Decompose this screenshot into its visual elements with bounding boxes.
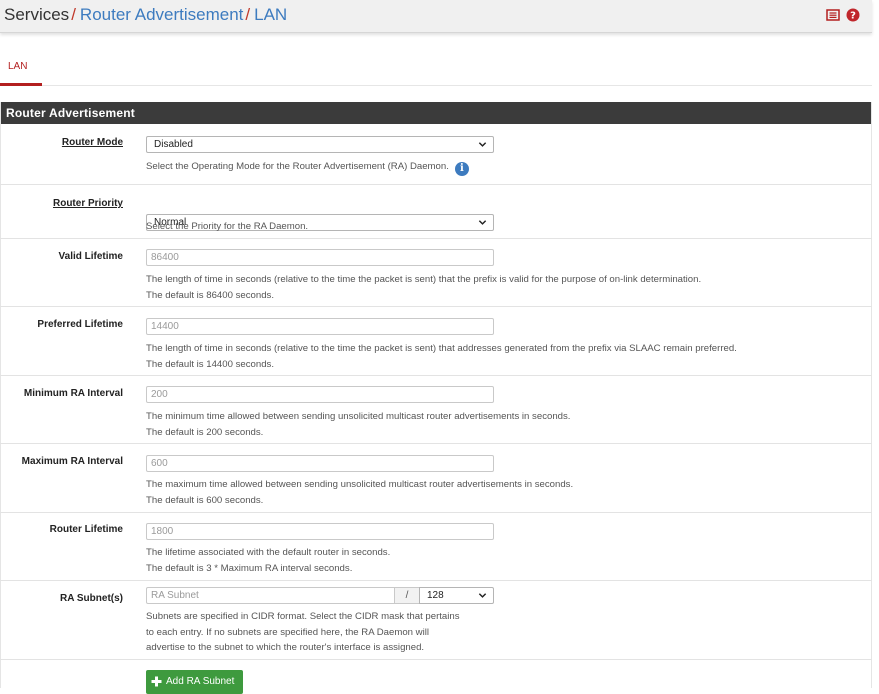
breadcrumb-separator: / [71, 5, 76, 24]
ra-subnet-input[interactable]: RA Subnet [146, 587, 395, 604]
router-lifetime-help-line2: The default is 3 * Maximum RA interval s… [146, 562, 353, 574]
ra-subnets-help: Subnets are specified in CIDR format. Se… [146, 609, 460, 656]
min-ra-interval-input[interactable]: 200 [146, 386, 494, 403]
help-icon[interactable]: ? [846, 8, 860, 22]
min-ra-interval-help-line1: The minimum time allowed between sending… [146, 411, 571, 422]
max-ra-interval-label: Maximum RA Interval [21, 456, 123, 467]
divider [0, 659, 872, 660]
active-tab-indicator [0, 83, 42, 86]
router-mode-select[interactable]: Disabled [146, 136, 494, 153]
chevron-down-icon [478, 142, 487, 147]
router-mode-help-text: Select the Operating Mode for the Router… [146, 161, 449, 172]
valid-lifetime-help-line2: The default is 86400 seconds. [146, 289, 275, 301]
divider [0, 512, 872, 513]
min-ra-interval-help-line2: The default is 200 seconds. [146, 426, 264, 438]
panel-title: Router Advertisement [1, 102, 871, 124]
divider [0, 306, 872, 307]
add-ra-subnet-label: Add RA Subnet [166, 676, 235, 687]
preferred-lifetime-input[interactable]: 14400 [146, 318, 494, 335]
router-mode-label: Router Mode [61, 137, 123, 148]
divider [0, 184, 872, 185]
ra-subnets-help-line1: Subnets are specified in CIDR format. Se… [146, 611, 460, 622]
tab-lan[interactable]: LAN [0, 40, 42, 86]
breadcrumb: Services / Router Advertisement / LAN [4, 5, 287, 25]
router-priority-help: Select the Priority for the RA Daemon. [146, 221, 309, 232]
svg-text:?: ? [850, 11, 856, 22]
max-ra-interval-help-line2: The default is 600 seconds. [146, 494, 264, 506]
router-priority-label: Router Priority [52, 198, 123, 209]
divider [0, 443, 872, 444]
page-header: Services / Router Advertisement / LAN ? [0, 0, 872, 33]
cidr-mask-value: 128 [427, 590, 444, 601]
max-ra-interval-help-line1: The maximum time allowed between sending… [146, 479, 574, 490]
min-ra-interval-help: The minimum time allowed between sending… [146, 409, 570, 440]
cidr-separator: / [395, 587, 419, 604]
valid-lifetime-input[interactable]: 86400 [146, 249, 494, 266]
breadcrumb-lan[interactable]: LAN [254, 5, 287, 24]
preferred-lifetime-help-line2: The default is 14400 seconds. [146, 358, 275, 370]
add-ra-subnet-button[interactable]: Add RA Subnet [146, 670, 243, 694]
divider [0, 375, 872, 376]
tab-bar: LAN [0, 40, 872, 86]
valid-lifetime-help-line1: The length of time in seconds (relative … [146, 274, 702, 285]
preferred-lifetime-help: The length of time in seconds (relative … [146, 341, 737, 372]
router-lifetime-input[interactable]: 1800 [146, 523, 494, 540]
preferred-lifetime-label: Preferred Lifetime [37, 319, 123, 330]
chevron-down-icon [478, 220, 487, 225]
router-mode-help: Select the Operating Mode for the Router… [146, 159, 469, 176]
breadcrumb-services: Services [4, 5, 70, 24]
breadcrumb-separator: / [245, 5, 251, 24]
tab-lan-label: LAN [8, 61, 28, 72]
divider [0, 580, 872, 581]
valid-lifetime-help: The length of time in seconds (relative … [146, 272, 701, 303]
valid-lifetime-label: Valid Lifetime [58, 251, 123, 262]
plus-icon [151, 676, 162, 687]
max-ra-interval-input[interactable]: 600 [146, 455, 494, 472]
info-icon[interactable]: i [454, 162, 469, 176]
breadcrumb-router-advertisement[interactable]: Router Advertisement [80, 5, 243, 24]
preferred-lifetime-help-line1: The length of time in seconds (relative … [146, 343, 737, 354]
list-icon[interactable] [826, 8, 840, 22]
router-lifetime-help-line1: The lifetime associated with the default… [146, 547, 391, 558]
max-ra-interval-help: The maximum time allowed between sending… [146, 477, 573, 508]
min-ra-interval-label: Minimum RA Interval [23, 388, 123, 399]
ra-subnets-help-line2: to each entry. If no subnets are specifi… [146, 626, 429, 638]
router-lifetime-help: The lifetime associated with the default… [146, 545, 390, 576]
ra-subnets-label: RA Subnet(s) [60, 593, 123, 604]
ra-subnets-help-line3: advertise to the subnet to which the rou… [146, 642, 425, 653]
router-lifetime-label: Router Lifetime [49, 524, 123, 535]
cidr-mask-select[interactable]: 128 [419, 587, 494, 604]
chevron-down-icon [478, 593, 487, 598]
router-mode-value: Disabled [154, 139, 193, 150]
divider [0, 238, 872, 239]
